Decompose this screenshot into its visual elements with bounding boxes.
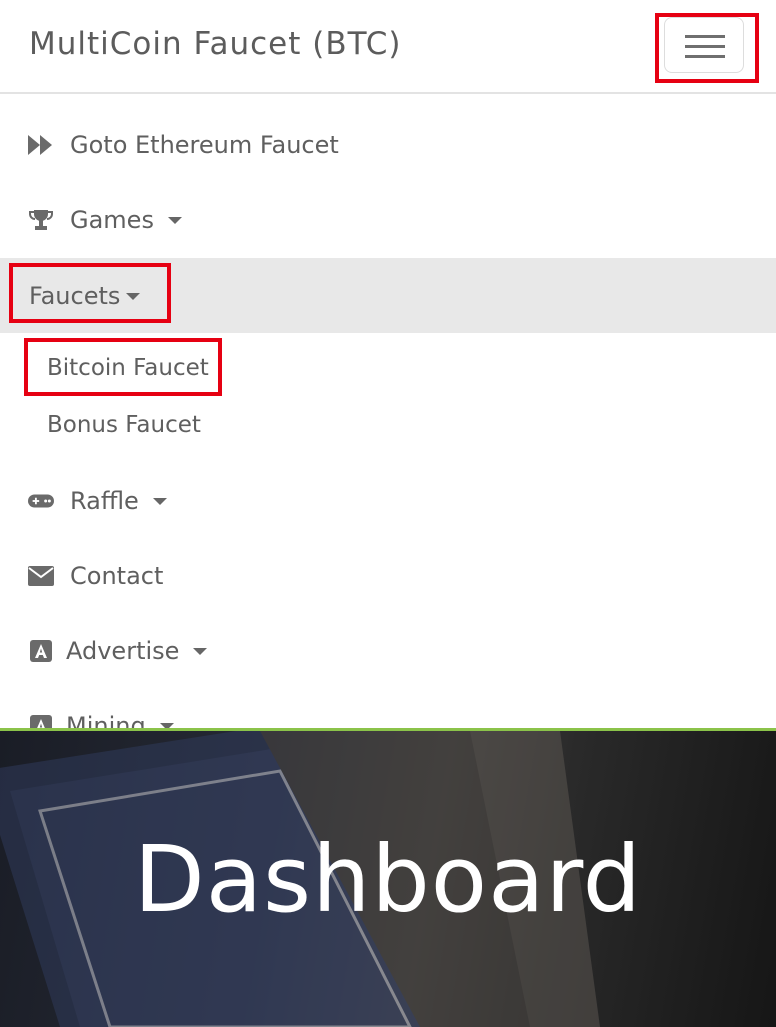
highlight-box-toggle: [655, 13, 759, 83]
site-brand[interactable]: MultiCoin Faucet (BTC): [29, 26, 401, 62]
menu-item-label: Mining: [66, 711, 146, 729]
menu-item-goto-ethereum-faucet[interactable]: Goto Ethereum Faucet: [0, 107, 776, 182]
menu-item-contact[interactable]: Contact: [0, 538, 776, 613]
menu-item-advertise[interactable]: Advertise: [0, 613, 776, 688]
navbar: MultiCoin Faucet (BTC): [0, 0, 776, 94]
hero-banner: Dashboard: [0, 728, 776, 1027]
submenu-item-bonus-faucet[interactable]: Bonus Faucet: [47, 412, 201, 438]
menu-item-raffle[interactable]: Raffle: [0, 463, 776, 538]
hero-title: Dashboard: [133, 826, 643, 933]
chevron-down-icon: [152, 498, 167, 505]
highlight-box-faucets: [9, 263, 171, 323]
trophy-icon: [28, 207, 54, 233]
fast-forward-icon: [28, 132, 54, 158]
envelope-icon: [28, 563, 54, 589]
chevron-down-icon: [167, 217, 182, 224]
menu-item-label: Raffle: [70, 486, 139, 515]
chevron-down-icon: [193, 648, 208, 655]
nav-menu: Goto Ethereum Faucet Games Faucets Bitco…: [0, 95, 776, 728]
highlight-box-bitcoin-faucet: [24, 338, 222, 396]
menu-item-label: Goto Ethereum Faucet: [70, 130, 339, 159]
a-square-icon: [28, 713, 54, 728]
menu-item-label: Contact: [70, 561, 164, 590]
gamepad-icon: [28, 488, 54, 514]
menu-item-mining[interactable]: Mining: [0, 688, 776, 728]
menu-item-label: Games: [70, 205, 154, 234]
menu-item-games[interactable]: Games: [0, 182, 776, 257]
a-square-icon: [28, 638, 54, 664]
menu-item-label: Advertise: [66, 636, 180, 665]
